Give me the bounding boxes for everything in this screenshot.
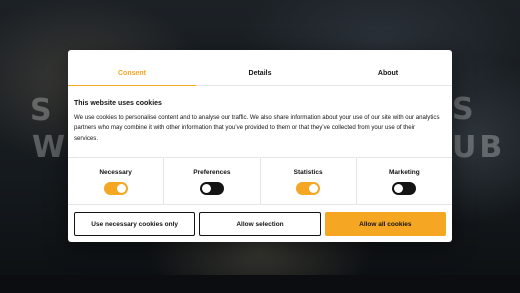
- consent-label-necessary: Necessary: [99, 169, 132, 176]
- background-heading-left-2: W: [32, 130, 69, 165]
- consent-statistics: Statistics: [261, 158, 357, 204]
- background-heading-right-2: UB: [452, 130, 506, 165]
- toggle-knob: [309, 184, 319, 193]
- toggle-knob: [116, 184, 126, 193]
- tab-details[interactable]: Details: [196, 62, 324, 85]
- consent-label-preferences: Preferences: [193, 169, 231, 176]
- toggle-marketing[interactable]: [392, 182, 417, 195]
- toggle-preferences[interactable]: [199, 182, 224, 195]
- toggle-statistics[interactable]: [296, 182, 321, 195]
- page-footer-strip: [0, 275, 520, 293]
- consent-preferences: Preferences: [164, 158, 261, 204]
- allow-selection-button[interactable]: Allow selection: [199, 212, 321, 236]
- dialog-buttons: Use necessary cookies only Allow selecti…: [74, 212, 446, 236]
- dialog-description: We use cookies to personalise content an…: [74, 114, 440, 142]
- dialog-title: This website uses cookies: [74, 100, 162, 107]
- tab-consent[interactable]: Consent: [68, 62, 196, 86]
- toggle-knob: [394, 184, 404, 193]
- consent-necessary: Necessary: [68, 158, 165, 204]
- consent-categories: Necessary Preferences Statistics Marketi…: [68, 157, 452, 205]
- allow-all-button[interactable]: Allow all cookies: [324, 212, 446, 236]
- background-heading-right-1: S: [452, 92, 474, 127]
- toggle-knob: [201, 184, 211, 193]
- tab-about[interactable]: About: [324, 62, 452, 85]
- consent-label-marketing: Marketing: [389, 169, 420, 176]
- use-necessary-only-button[interactable]: Use necessary cookies only: [74, 212, 196, 236]
- consent-label-statistics: Statistics: [293, 169, 323, 176]
- cookie-consent-dialog: Consent Details About This website uses …: [68, 50, 452, 242]
- consent-marketing: Marketing: [357, 158, 452, 204]
- dialog-tabs: Consent Details About: [68, 62, 452, 86]
- toggle-necessary[interactable]: [103, 182, 128, 195]
